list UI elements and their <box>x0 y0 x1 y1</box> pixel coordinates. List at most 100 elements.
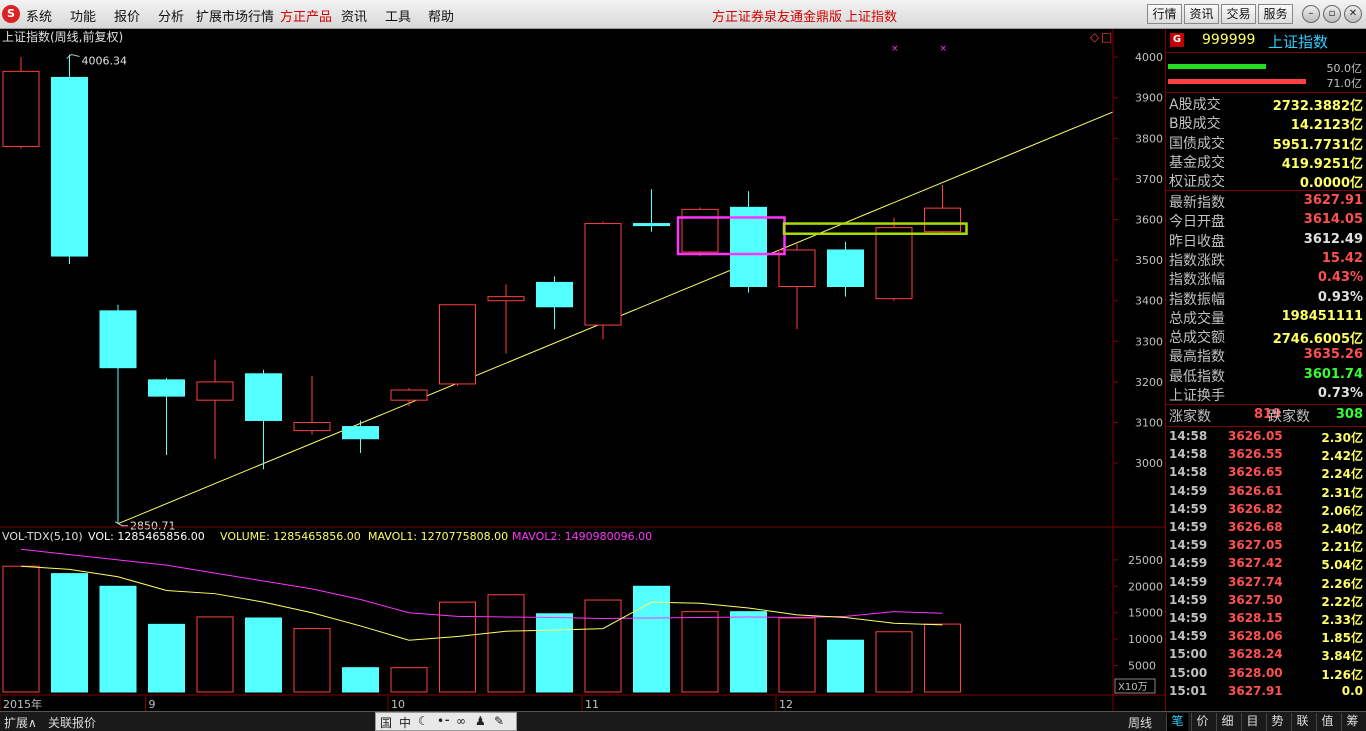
quote-label: 最新指数 <box>1169 195 1225 211</box>
chart-area[interactable]: 4000 3900 3800 3700 3600 3500 3400 3300 3200 3100… <box>0 29 1165 711</box>
menu-item-6[interactable]: 资讯 <box>341 6 367 25</box>
tick-time: 14:58 <box>1169 429 1208 443</box>
tick-volume: 2.42亿 <box>1321 449 1363 464</box>
menu-item-7[interactable]: 工具 <box>385 6 411 25</box>
candle[interactable] <box>730 191 767 293</box>
link-icon[interactable]: ∞ <box>456 714 466 728</box>
candle[interactable] <box>2 57 40 149</box>
turnover-label: 国债成交 <box>1169 135 1225 152</box>
volume-bar[interactable] <box>536 613 573 693</box>
top-button-3[interactable]: 服务 <box>1258 4 1293 24</box>
volume-bar[interactable] <box>390 667 428 693</box>
volume-bar[interactable] <box>730 611 767 693</box>
volume-bar[interactable] <box>148 623 185 693</box>
candle[interactable] <box>342 420 379 453</box>
volume-bar[interactable] <box>51 573 88 693</box>
candle[interactable] <box>51 54 88 265</box>
candle-body <box>924 207 961 233</box>
panel-tab-6[interactable]: 值 <box>1316 713 1338 731</box>
quote-label: 总成交量 <box>1169 310 1225 327</box>
period-label[interactable]: 周线 <box>1128 714 1152 731</box>
restore-icon[interactable]: ▫ <box>1323 5 1341 23</box>
tick-volume: 1.85亿 <box>1321 631 1363 646</box>
person-icon[interactable]: ♟ <box>475 714 486 728</box>
volume-bar[interactable] <box>584 599 622 693</box>
top-button-2[interactable]: 交易 <box>1221 4 1256 24</box>
menu-item-8[interactable]: 帮助 <box>428 6 454 25</box>
zhong-icon[interactable]: 中 <box>399 714 411 731</box>
close-icon[interactable]: ✕ <box>1344 5 1362 23</box>
volume-bar[interactable] <box>778 617 816 693</box>
volume-bar[interactable] <box>487 594 525 693</box>
quote-row: 最新指数 3627.91 <box>1166 192 1366 211</box>
volume-bar[interactable] <box>245 617 282 693</box>
bottom-tab-0[interactable]: 扩展∧ <box>4 714 37 731</box>
volume-bar[interactable] <box>196 616 234 693</box>
top-button-1[interactable]: 资讯 <box>1184 4 1219 24</box>
moon-icon[interactable]: ☾ <box>418 714 429 728</box>
chart-close-icon[interactable]: □ <box>1101 30 1112 44</box>
candle[interactable] <box>293 375 331 435</box>
volume-bar[interactable] <box>875 631 913 693</box>
candle[interactable] <box>778 243 816 330</box>
price-pane: 4000 3900 3800 3700 3600 3500 3400 3300 3200 3100… <box>2 44 1163 533</box>
volume-bar[interactable] <box>293 628 331 693</box>
tick-volume: 5.04亿 <box>1321 558 1363 573</box>
panel-tab-0[interactable]: 笔 <box>1166 713 1188 731</box>
panel-tab-1[interactable]: 价 <box>1191 713 1213 731</box>
candle[interactable] <box>875 217 913 301</box>
broker-title: 方正证券泉友通金鼎版 <box>712 10 843 25</box>
panel-tab-2[interactable]: 细 <box>1216 713 1238 731</box>
wrench-icon[interactable]: ✎ <box>494 714 504 728</box>
price-tick-label: 3600 <box>1135 214 1163 227</box>
candle[interactable] <box>390 387 428 407</box>
down-count-label: 跌家数 <box>1268 409 1310 425</box>
quote-row: 最低指数 3601.74 <box>1166 366 1366 385</box>
candle[interactable] <box>99 304 137 524</box>
guo-icon[interactable]: 国 <box>380 714 392 731</box>
volume-bar[interactable] <box>2 565 40 693</box>
candle[interactable] <box>487 284 525 354</box>
candle[interactable] <box>536 276 573 330</box>
panel-tab-3[interactable]: 目 <box>1241 713 1263 731</box>
menu-item-0[interactable]: 系统 <box>26 6 52 25</box>
panel-tab-7[interactable]: 筹 <box>1341 713 1363 731</box>
tick-volume: 1.26亿 <box>1321 667 1363 682</box>
high-label: 4006.34 <box>82 55 128 68</box>
minimize-icon[interactable]: – <box>1302 5 1320 23</box>
candle[interactable] <box>681 207 719 257</box>
price-tick-label: 3200 <box>1135 376 1163 389</box>
volume-bar[interactable] <box>827 639 864 693</box>
turnover-label: 权证成交 <box>1169 174 1225 191</box>
dots-icon[interactable]: •⁃ <box>437 714 450 728</box>
volume-bar[interactable] <box>924 623 961 693</box>
divider <box>1166 426 1366 427</box>
tick-row: 14:59 3627.74 2.26亿 <box>1166 574 1366 592</box>
candle[interactable] <box>148 377 185 455</box>
menu-item-5[interactable]: 方正产品 <box>280 6 332 25</box>
tick-price: 3626.55 <box>1228 447 1283 462</box>
menu-item-1[interactable]: 功能 <box>70 6 96 25</box>
volume-bar[interactable] <box>99 585 137 693</box>
candle[interactable] <box>196 359 234 460</box>
quote-label: 指数涨幅 <box>1169 272 1225 289</box>
candle[interactable] <box>827 241 864 297</box>
bottom-tab-1[interactable]: 关联报价 <box>48 714 96 731</box>
candle[interactable] <box>584 221 622 340</box>
panel-tab-4[interactable]: 势 <box>1266 713 1288 731</box>
candle[interactable] <box>924 185 961 234</box>
panel-tab-5[interactable]: 联 <box>1291 713 1313 731</box>
price-tick-label: 3700 <box>1135 173 1163 186</box>
candle[interactable] <box>245 369 282 470</box>
quote-value: 3614.05 <box>1303 212 1363 228</box>
menu-item-4[interactable]: 扩展市场行情 <box>196 6 274 25</box>
top-button-0[interactable]: 行情 <box>1147 4 1182 24</box>
menu-item-3[interactable]: 分析 <box>158 6 184 25</box>
turnover-value: 14.2123亿 <box>1290 118 1363 134</box>
candle[interactable] <box>633 189 670 232</box>
candle[interactable] <box>439 304 476 386</box>
volume-bar[interactable] <box>342 667 379 693</box>
volume-bar[interactable] <box>681 611 719 693</box>
chart-expand-icon[interactable]: ◇ <box>1090 30 1100 44</box>
menu-item-2[interactable]: 报价 <box>114 6 140 25</box>
